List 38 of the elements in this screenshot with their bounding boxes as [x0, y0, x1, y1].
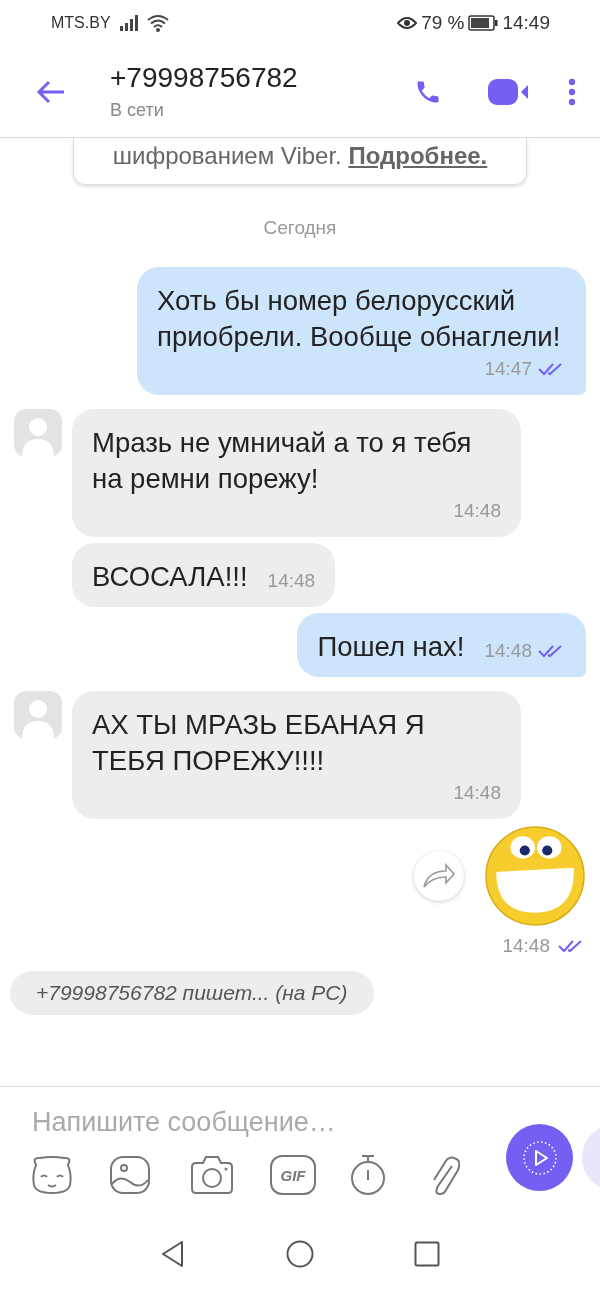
encryption-notice: шифрованием Viber. Подробнее.	[73, 138, 527, 185]
message-text: Пошел нах!	[317, 630, 465, 664]
message-time: 14:48	[267, 569, 316, 593]
learn-more-link[interactable]: Подробнее.	[348, 142, 488, 169]
message-time: 14:48	[453, 781, 501, 805]
back-arrow-icon	[36, 79, 66, 104]
clock: 14:49	[502, 12, 550, 34]
bear-face-icon[interactable]	[30, 1155, 74, 1195]
battery-icon	[468, 15, 499, 31]
message-time: 14:47	[484, 357, 532, 381]
forward-button[interactable]	[414, 851, 464, 901]
message-text: Мразь не умничай а то я тебя на ремни порежу!	[92, 426, 473, 496]
back-nav-button[interactable]	[160, 1240, 186, 1268]
more-options-icon	[568, 77, 576, 106]
stopwatch-icon[interactable]	[350, 1154, 386, 1196]
paperclip-icon[interactable]	[430, 1154, 460, 1196]
online-status: В сети	[110, 100, 165, 121]
contact-phone-number: +79998756782	[110, 62, 299, 94]
recents-nav-button[interactable]	[414, 1241, 440, 1267]
carrier-name: MTS.BY	[51, 14, 111, 32]
video-camera-icon	[488, 78, 530, 105]
camera-icon[interactable]	[190, 1155, 234, 1195]
wifi-icon	[146, 14, 169, 32]
signal-icon	[118, 15, 139, 31]
play-icon[interactable]	[521, 1139, 558, 1176]
message-text: АХ ТЫ МРАЗЬ ЕБАНАЯ Я ТЕБЯ ПОРЕЖУ!!!!	[92, 708, 426, 778]
picture-icon[interactable]	[110, 1156, 150, 1194]
message-time: 14:48	[502, 935, 550, 957]
date-separator: Сегодня	[262, 217, 338, 239]
message-time: 14:48	[453, 499, 501, 523]
battery-percentage: 79 %	[421, 12, 465, 34]
forward-arrow-icon	[422, 863, 456, 889]
message-text: ВСОСАЛА!!!	[92, 560, 248, 594]
message-text: Хоть бы номер белорусский приобрели. Вообще обнаглели!	[157, 284, 562, 354]
home-nav-button[interactable]	[286, 1240, 314, 1268]
message-time: 14:48	[484, 639, 532, 663]
eye-icon	[397, 16, 418, 30]
typing-indicator: +79998756782 пишет... (на PC)	[10, 971, 374, 1015]
